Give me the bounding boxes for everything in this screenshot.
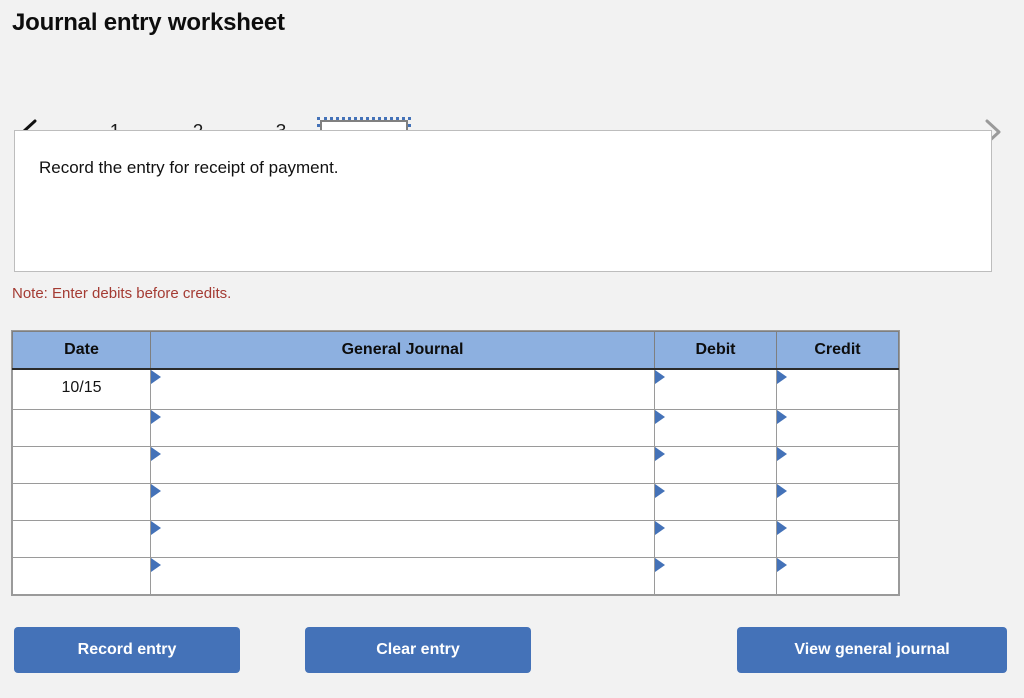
column-header-credit: Credit [776,331,899,370]
prompt-panel: Record the entry for receipt of payment. [14,130,992,272]
prompt-text: Record the entry for receipt of payment. [39,158,339,177]
column-header-debit: Debit [654,331,777,370]
table-row [12,409,899,447]
cell-date-4[interactable] [12,483,151,521]
page-title: Journal entry worksheet [12,9,285,36]
triangle-right-marker-icon [777,558,787,572]
cell-general-journal-2[interactable] [150,409,655,447]
worksheet-pager: 1 2 3 4 [0,58,1024,193]
clear-entry-button[interactable]: Clear entry [305,627,531,673]
date-value-3 [13,447,150,456]
table-row [12,520,899,558]
cell-general-journal-5[interactable] [150,520,655,558]
triangle-right-marker-icon [777,521,787,535]
cell-date-1[interactable]: 10/15 [12,368,151,410]
triangle-right-marker-icon [655,370,665,384]
date-value-1: 10/15 [61,379,102,396]
cell-date-6[interactable] [12,557,151,595]
triangle-right-marker-icon [777,370,787,384]
cell-date-2[interactable] [12,409,151,447]
date-value-4 [13,484,150,493]
cell-debit-5[interactable] [654,520,777,558]
table-row [12,446,899,484]
triangle-right-marker-icon [151,447,161,461]
cell-debit-4[interactable] [654,483,777,521]
cell-credit-4[interactable] [776,483,899,521]
column-header-general-journal: General Journal [150,331,655,370]
table-row [12,557,899,595]
cell-general-journal-6[interactable] [150,557,655,595]
cell-date-5[interactable] [12,520,151,558]
date-value-6 [13,558,150,567]
cell-credit-3[interactable] [776,446,899,484]
table-row [12,483,899,521]
triangle-right-marker-icon [151,558,161,572]
triangle-right-marker-icon [151,521,161,535]
triangle-right-marker-icon [151,370,161,384]
triangle-right-marker-icon [777,447,787,461]
journal-entry-table: Date General Journal Debit Credit 10/15 [12,331,899,595]
cell-debit-6[interactable] [654,557,777,595]
table-row: 10/15 [12,368,899,410]
column-header-date: Date [12,331,151,370]
triangle-right-marker-icon [655,447,665,461]
triangle-right-marker-icon [151,484,161,498]
cell-date-3[interactable] [12,446,151,484]
cell-general-journal-1[interactable] [150,368,655,410]
cell-credit-2[interactable] [776,409,899,447]
triangle-right-marker-icon [655,410,665,424]
view-general-journal-button[interactable]: View general journal [737,627,1007,673]
debits-before-credits-note: Note: Enter debits before credits. [12,285,232,302]
cell-credit-5[interactable] [776,520,899,558]
cell-credit-1[interactable] [776,368,899,410]
cell-debit-3[interactable] [654,446,777,484]
date-value-2 [13,410,150,419]
date-value-5 [13,521,150,530]
cell-general-journal-3[interactable] [150,446,655,484]
cell-general-journal-4[interactable] [150,483,655,521]
cell-debit-2[interactable] [654,409,777,447]
cell-credit-6[interactable] [776,557,899,595]
triangle-right-marker-icon [151,410,161,424]
triangle-right-marker-icon [655,484,665,498]
triangle-right-marker-icon [777,410,787,424]
triangle-right-marker-icon [777,484,787,498]
record-entry-button[interactable]: Record entry [14,627,240,673]
cell-debit-1[interactable] [654,368,777,410]
triangle-right-marker-icon [655,521,665,535]
triangle-right-marker-icon [655,558,665,572]
table-header-row: Date General Journal Debit Credit [12,331,899,370]
